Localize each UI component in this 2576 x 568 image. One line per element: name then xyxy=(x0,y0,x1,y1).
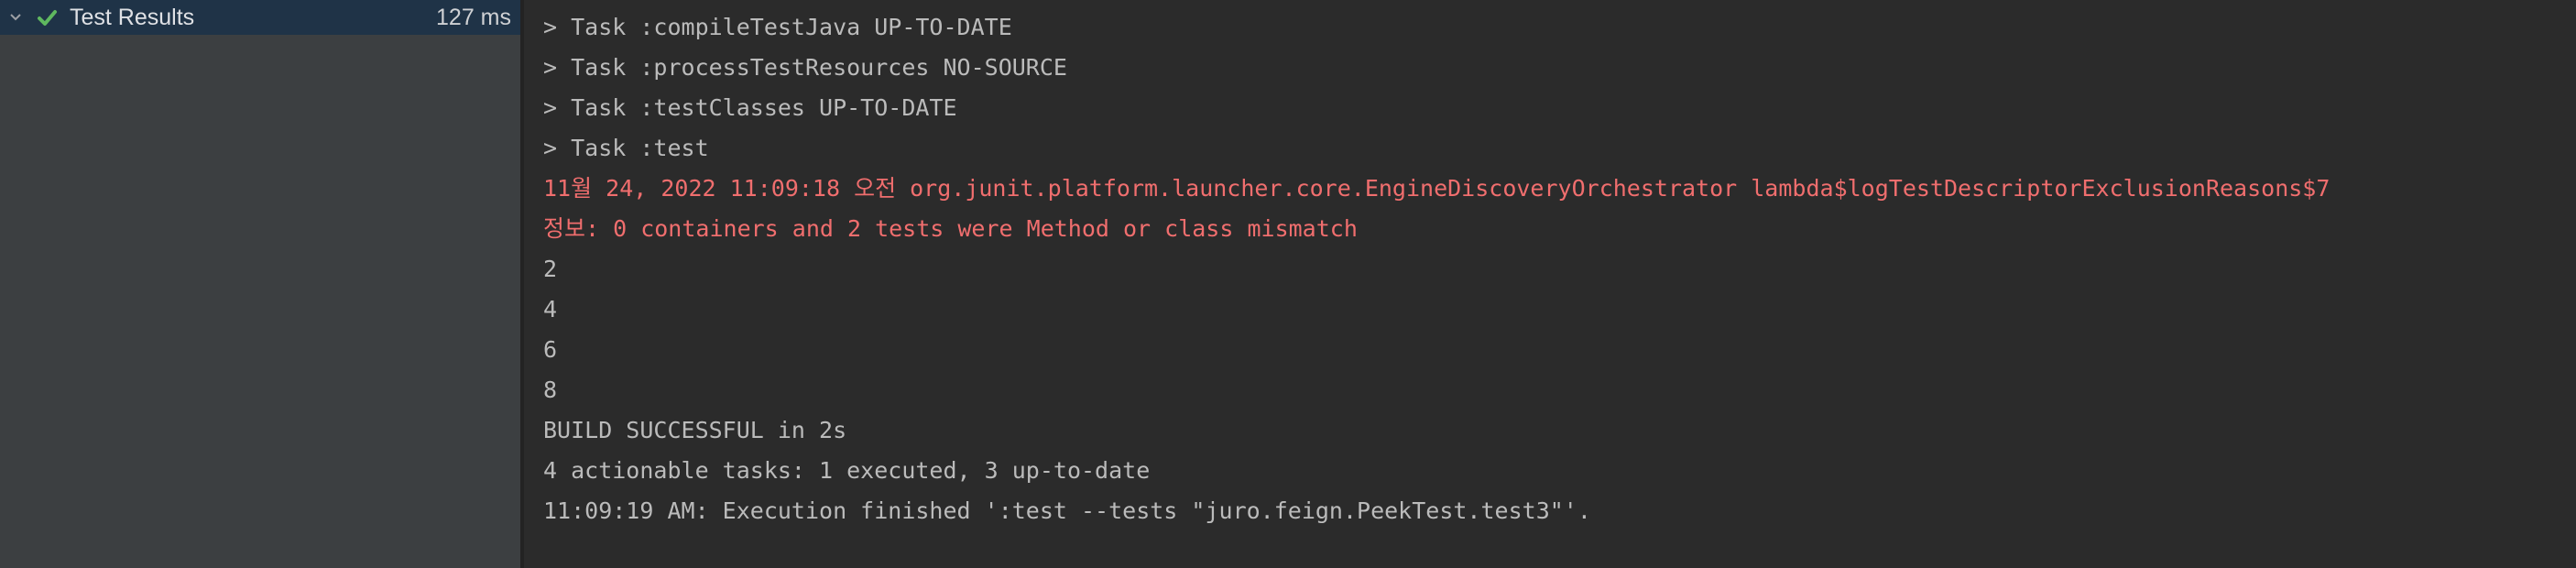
console-output[interactable]: > Task :compileTestJava UP-TO-DATE > Task… xyxy=(524,0,2576,568)
test-tree-panel: Test Results 127 ms xyxy=(0,0,520,568)
run-tool-window: Test Results 127 ms > Task :compileTestJ… xyxy=(0,0,2576,568)
console-line: 2 xyxy=(543,256,558,282)
console-line: 11:09:19 AM: Execution finished ':test -… xyxy=(543,497,1591,524)
console-line: 정보: 0 containers and 2 tests were Method… xyxy=(543,215,1358,242)
console-line: > Task :test xyxy=(543,135,709,161)
console-line: > Task :compileTestJava UP-TO-DATE xyxy=(543,14,1012,40)
console-line: 4 xyxy=(543,296,558,322)
console-line: > Task :testClasses UP-TO-DATE xyxy=(543,94,957,121)
test-results-row[interactable]: Test Results 127 ms xyxy=(0,0,520,35)
test-results-label: Test Results xyxy=(70,4,195,30)
console-line: 4 actionable tasks: 1 executed, 3 up-to-… xyxy=(543,457,1151,484)
console-line: 8 xyxy=(543,377,558,403)
console-line: > Task :processTestResources NO-SOURCE xyxy=(543,54,1067,81)
console-lines: > Task :compileTestJava UP-TO-DATE > Task… xyxy=(543,7,2330,531)
console-line: 11월 24, 2022 11:09:18 오전 org.junit.platf… xyxy=(543,175,2330,202)
console-line: BUILD SUCCESSFUL in 2s xyxy=(543,417,847,443)
console-line: 6 xyxy=(543,336,558,363)
check-icon xyxy=(35,5,59,29)
chevron-down-icon[interactable] xyxy=(7,9,24,26)
test-duration: 127 ms xyxy=(436,4,511,30)
